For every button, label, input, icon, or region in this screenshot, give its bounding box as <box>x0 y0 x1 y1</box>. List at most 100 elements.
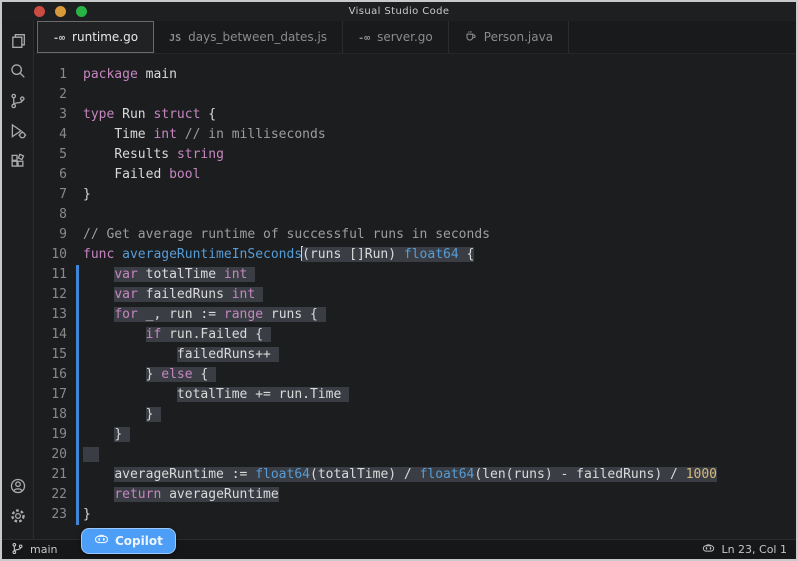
code-line[interactable]: 3 type Run struct { <box>34 105 796 125</box>
line-number[interactable]: 22 <box>34 485 76 505</box>
tab-bar: -∞runtime.goJSdays_between_dates.js -∞ ser… <box>34 21 796 54</box>
code-line[interactable]: 10 func averageRuntimeInSeconds(runs []Ru… <box>34 245 796 265</box>
code-line[interactable]: 12 var failedRuns int <box>34 285 796 305</box>
go-icon: -∞ <box>53 30 65 44</box>
line-number[interactable]: 5 <box>34 145 76 165</box>
gutter-decoration <box>76 105 83 125</box>
activity-bar-bottom <box>2 473 33 533</box>
modified-gutter-indicator <box>76 365 83 385</box>
line-number[interactable]: 10 <box>34 245 76 265</box>
code-line[interactable]: 11 var totalTime int <box>34 265 796 285</box>
activity-search[interactable] <box>2 58 34 88</box>
line-number[interactable]: 7 <box>34 185 76 205</box>
main-area: -∞runtime.goJSdays_between_dates.js -∞ ser… <box>2 21 796 539</box>
code-line[interactable]: 19 } <box>34 425 796 445</box>
line-number[interactable]: 20 <box>34 445 76 465</box>
line-number[interactable]: 3 <box>34 105 76 125</box>
code-text: totalTime += run.Time <box>83 385 349 405</box>
line-number[interactable]: 6 <box>34 165 76 185</box>
cursor-position-indicator[interactable]: Ln 23, Col 1 <box>702 542 787 558</box>
modified-gutter-indicator <box>76 505 83 525</box>
activity-source-control[interactable] <box>2 88 34 118</box>
copilot-icon <box>702 542 715 558</box>
tab-runtime.go[interactable]: -∞runtime.go <box>37 21 154 53</box>
line-number[interactable]: 8 <box>34 205 76 225</box>
code-text: return averageRuntime <box>83 485 279 505</box>
code-line[interactable]: 6 Failed bool <box>34 165 796 185</box>
code-line[interactable]: 4 Time int // in milliseconds <box>34 125 796 145</box>
line-number[interactable]: 12 <box>34 285 76 305</box>
code-text: } else { <box>83 365 216 385</box>
code-text: averageRuntime := float64(totalTime) / f… <box>83 465 717 485</box>
line-number[interactable]: 13 <box>34 305 76 325</box>
line-number[interactable]: 18 <box>34 405 76 425</box>
line-number[interactable]: 21 <box>34 465 76 485</box>
code-line[interactable]: 17 totalTime += run.Time <box>34 385 796 405</box>
close-button[interactable] <box>34 6 45 17</box>
line-number[interactable]: 16 <box>34 365 76 385</box>
copilot-button[interactable]: Copilot <box>81 528 176 554</box>
gutter-decoration <box>76 185 83 205</box>
go-icon: -∞ <box>358 30 370 44</box>
code-line[interactable]: 23} <box>34 505 796 525</box>
activity-bar <box>2 21 34 539</box>
gutter-decoration <box>76 125 83 145</box>
code-line[interactable]: 2 <box>34 85 796 105</box>
line-number[interactable]: 14 <box>34 325 76 345</box>
line-number[interactable]: 17 <box>34 385 76 405</box>
activity-run-debug[interactable] <box>2 118 34 148</box>
code-text: if run.Failed { <box>83 325 271 345</box>
activity-explorer[interactable] <box>2 28 34 58</box>
tab-days_between_dates.js[interactable]: JSdays_between_dates.js <box>154 21 343 53</box>
code-line[interactable]: 8 <box>34 205 796 225</box>
code-line[interactable]: 1 package main <box>34 65 796 85</box>
vscode-window: Visual Studio Code -∞runtime.goJSdays_be… <box>0 0 798 561</box>
js-icon: JS <box>169 30 181 44</box>
code-line[interactable]: 14 if run.Failed { <box>34 325 796 345</box>
code-line[interactable]: 7} <box>34 185 796 205</box>
line-number[interactable]: 15 <box>34 345 76 365</box>
code-line[interactable]: 18 } <box>34 405 796 425</box>
line-number[interactable]: 11 <box>34 265 76 285</box>
code-text: Results string <box>83 145 224 165</box>
code-line[interactable]: 5 Results string <box>34 145 796 165</box>
code-text: package main <box>83 65 177 85</box>
line-number[interactable]: 19 <box>34 425 76 445</box>
tab-Person.java[interactable]: Person.java <box>449 21 569 53</box>
code-text: type Run struct { <box>83 105 216 125</box>
extensions-icon <box>9 152 27 174</box>
code-line[interactable]: 16 } else { <box>34 365 796 385</box>
window-title: Visual Studio Code <box>2 6 796 17</box>
gutter-decoration <box>76 205 83 225</box>
line-number[interactable]: 9 <box>34 225 76 245</box>
search-icon <box>9 62 27 84</box>
code-text: Time int // in milliseconds <box>83 125 326 145</box>
gutter-decoration <box>76 225 83 245</box>
zoom-button[interactable] <box>76 6 87 17</box>
code-line[interactable]: 22 return averageRuntime <box>34 485 796 505</box>
modified-gutter-indicator <box>76 405 83 425</box>
activity-account[interactable] <box>2 473 34 503</box>
activity-settings[interactable] <box>2 503 34 533</box>
line-number[interactable]: 2 <box>34 85 76 105</box>
minimize-button[interactable] <box>55 6 66 17</box>
code-text: Failed bool <box>83 165 200 185</box>
code-text: for _, run := range runs { <box>83 305 326 325</box>
code-line[interactable]: 21 averageRuntime := float64(totalTime) … <box>34 465 796 485</box>
line-number[interactable]: 23 <box>34 505 76 525</box>
tab-label: server.go <box>377 30 433 44</box>
tab-server.go[interactable]: -∞ server.go <box>343 21 449 53</box>
code-line[interactable]: 20 <box>34 445 796 465</box>
code-line[interactable]: 15 failedRuns++ <box>34 345 796 365</box>
line-number[interactable]: 4 <box>34 125 76 145</box>
branch-indicator[interactable]: main <box>11 542 57 558</box>
window-controls <box>34 6 87 17</box>
editor-column: -∞runtime.goJSdays_between_dates.js -∞ ser… <box>34 21 796 539</box>
code-text: func averageRuntimeInSeconds(runs []Run)… <box>83 245 474 265</box>
line-number[interactable]: 1 <box>34 65 76 85</box>
code-line[interactable]: 13 for _, run := range runs { <box>34 305 796 325</box>
code-editor[interactable]: 1package main23type Run struct {4 Time i… <box>34 54 796 539</box>
activity-extensions[interactable] <box>2 148 34 178</box>
code-line[interactable]: 9// Get average runtime of successful ru… <box>34 225 796 245</box>
code-text: var totalTime int <box>83 265 255 285</box>
